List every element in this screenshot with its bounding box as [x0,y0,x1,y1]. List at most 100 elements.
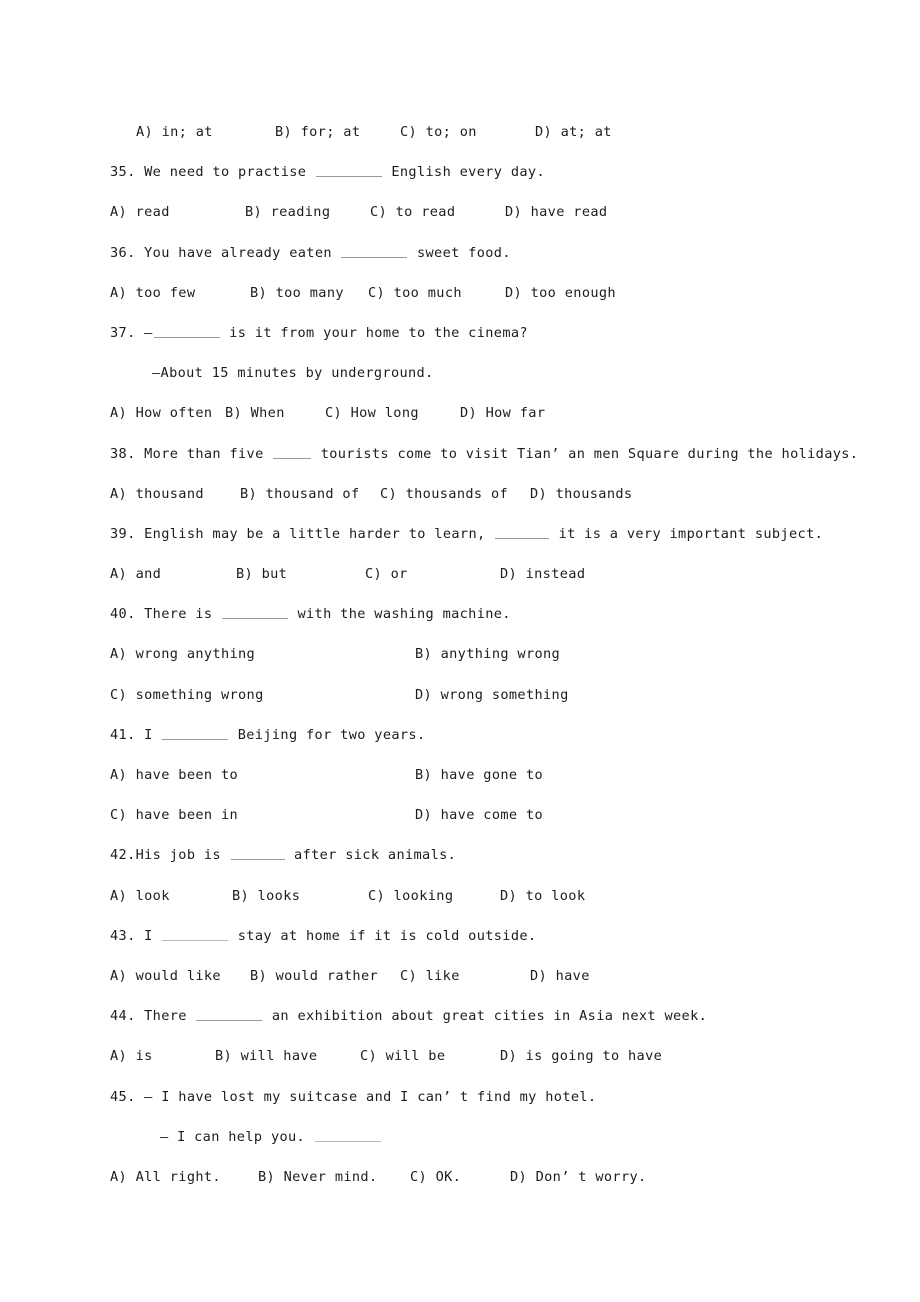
fill-in-blank[interactable] [196,1007,263,1022]
option-c[interactable]: C) to; on [400,112,477,152]
question-text-after-blank: it is a very important subject. [550,525,824,542]
option-label: D) [510,1168,536,1185]
options-for-previous-question: A) in; at B) for; at C) to; on D) at; at [110,112,850,152]
option-a[interactable]: A) thousand [110,474,204,514]
option-b[interactable]: B) would rather [250,956,378,996]
continuation-text: —About 15 minutes by underground. [152,365,434,382]
option-label: A) [110,767,136,783]
option-c[interactable]: C) OK. [410,1157,461,1197]
option-row: A) is B) will have C) will be D) is going t… [110,1036,850,1076]
option-text: too few [135,284,196,301]
option-d[interactable]: D) have come to [415,795,543,835]
option-text: How far [485,405,546,422]
option-row: A) look B) looks C) looking D) to look [110,876,850,916]
option-text: Never mind. [283,1168,378,1185]
fill-in-blank[interactable] [153,324,220,338]
option-text: is [135,1048,153,1065]
option-text: have read [530,204,608,221]
option-d[interactable]: D) wrong something [415,675,569,715]
option-b[interactable]: B) for; at [275,112,360,152]
option-d[interactable]: D) have [530,956,590,996]
option-label: A) [110,967,136,984]
option-c[interactable]: C) too much [368,273,462,313]
option-c[interactable]: C) thousands of [380,474,508,514]
option-c[interactable]: C) looking [368,876,453,916]
exam-body-text: A) in; at B) for; at C) to; on D) at; at 35.… [110,112,858,1197]
option-a[interactable]: A) and [110,554,161,594]
question-stem: 37. — is it from your home to the cinema… [110,313,850,353]
option-b[interactable]: B) have gone to [415,755,543,795]
option-row: A) read B) reading C) to read D) have read [110,192,850,232]
question-stem: 44. There an exhibition about great citi… [110,996,850,1036]
option-label: D) [460,405,486,422]
option-b[interactable]: B) looks [232,876,300,916]
option-label: C) [370,204,396,221]
option-c[interactable]: C) will be [360,1036,445,1076]
fill-in-blank[interactable] [314,1128,381,1142]
option-text: All right. [135,1168,221,1185]
option-c[interactable]: C) like [400,956,460,996]
option-row: A) How often B) When C) How long D) How far [110,393,850,433]
option-text: thousand of [265,485,360,502]
option-label: A) [110,646,136,663]
option-text: would like [135,967,221,984]
option-text: to; on [425,124,477,140]
option-label: B) [236,566,262,583]
option-a[interactable]: A) would like [110,956,221,996]
fill-in-blank[interactable] [341,244,408,258]
option-b[interactable]: B) will have [215,1036,317,1076]
question-continuation: —About 15 minutes by underground. [110,353,850,393]
option-b[interactable]: B) too many [250,273,344,313]
option-d[interactable]: D) at; at [535,112,612,152]
option-a[interactable]: A) is [110,1036,153,1076]
option-d[interactable]: D) thousands [530,474,632,514]
fill-in-blank[interactable] [230,846,285,861]
fill-in-blank[interactable] [162,726,229,740]
option-d[interactable]: D) instead [500,554,585,594]
option-d[interactable]: D) to look [500,876,585,916]
option-d[interactable]: D) How far [460,393,545,433]
fill-in-blank[interactable] [221,605,288,620]
fill-in-blank[interactable] [162,927,229,941]
option-a[interactable]: A) How often [110,393,212,433]
option-text: have been to [135,767,239,783]
option-b[interactable]: B) When [225,393,285,433]
option-c[interactable]: C) have been in [110,795,238,835]
option-text: looking [393,887,454,904]
option-c[interactable]: C) to read [370,192,455,232]
option-c[interactable]: C) something wrong [110,675,264,715]
option-a[interactable]: A) wrong anything [110,634,255,674]
option-b[interactable]: B) reading [245,192,330,232]
option-a[interactable]: A) have been to [110,755,238,795]
question-stem: 45. — I have lost my suitcase and I can’… [110,1077,850,1117]
option-a[interactable]: A) in; at [136,112,213,152]
question-number: 43. [110,927,136,944]
option-a[interactable]: A) too few [110,273,195,313]
option-b[interactable]: B) anything wrong [415,634,560,674]
option-c[interactable]: C) or [365,554,408,594]
option-b[interactable]: B) but [236,554,287,594]
option-d[interactable]: D) have read [505,192,607,232]
option-d[interactable]: D) Don’ t worry. [510,1157,647,1197]
option-text: will be [385,1048,446,1065]
option-a[interactable]: A) read [110,192,170,232]
option-a[interactable]: A) All right. [110,1157,221,1197]
fill-in-blank[interactable] [315,163,382,178]
question-stem: 42.His job is after sick animals. [110,835,850,875]
option-d[interactable]: D) too enough [505,273,616,313]
option-b[interactable]: B) thousand of [240,474,360,514]
question-text-after-blank: is it from your home to the cinema? [220,324,528,341]
question-text-after-blank: with the washing machine. [288,606,511,623]
option-b[interactable]: B) Never mind. [258,1157,378,1197]
option-label: C) [380,485,406,502]
question-stem: 40. There is with the washing machine. [110,594,850,634]
option-label: C) [325,405,351,422]
fill-in-blank[interactable] [495,525,550,539]
option-label: B) [258,1168,284,1185]
option-text: have gone to [440,767,544,783]
question-text-before-blank: You have already eaten [135,244,341,261]
option-c[interactable]: C) How long [325,393,419,433]
option-a[interactable]: A) look [110,876,170,916]
fill-in-blank[interactable] [273,445,312,459]
option-d[interactable]: D) is going to have [500,1036,662,1076]
